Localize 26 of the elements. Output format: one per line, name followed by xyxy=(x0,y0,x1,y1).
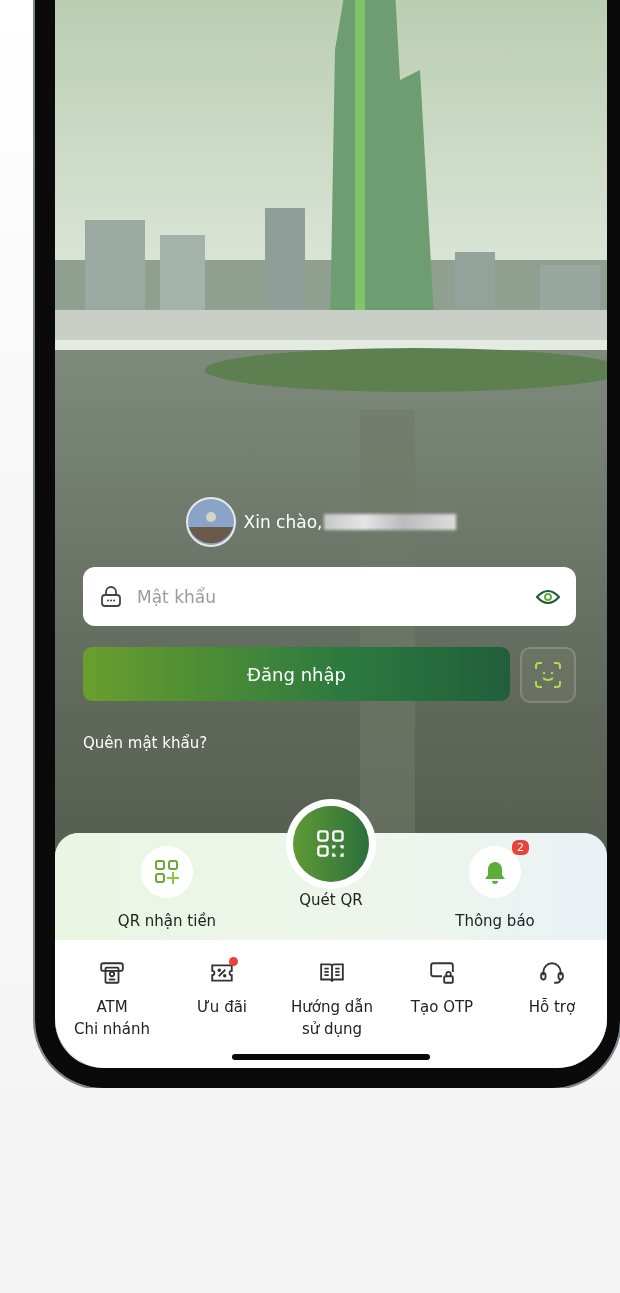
otp-lock-icon xyxy=(429,960,455,986)
password-field[interactable]: Mật khẩu xyxy=(83,567,576,626)
quick-action-label[interactable]: Quét QR xyxy=(299,891,363,909)
quick-action-label[interactable]: QR nhận tiền xyxy=(117,912,217,930)
password-input[interactable]: Mật khẩu xyxy=(135,585,524,608)
atm-icon xyxy=(99,960,125,986)
shortcut-label[interactable]: ATM Chi nhánh xyxy=(73,996,151,1040)
shortcut-label[interactable]: Hỗ trợ xyxy=(528,996,576,1018)
login-button[interactable]: Đăng nhập xyxy=(83,647,510,701)
bell-icon xyxy=(482,859,508,885)
greeting-text: Xin chào, xyxy=(243,512,323,532)
shortcut-label[interactable]: Tạo OTP xyxy=(410,996,474,1018)
shortcut-label[interactable]: Hướng dẫn sử dụng xyxy=(291,996,373,1040)
forgot-password-link[interactable]: Quên mật khẩu? xyxy=(83,734,208,752)
qr-scan-icon xyxy=(316,829,346,859)
quick-action-label[interactable]: Thông báo xyxy=(455,912,535,930)
qr-plus-icon xyxy=(154,859,180,885)
quick-action-button[interactable] xyxy=(141,846,193,898)
face-id-button[interactable] xyxy=(520,647,576,703)
shortcut-label[interactable]: Ưu đãi xyxy=(197,996,247,1018)
lock-icon xyxy=(99,584,123,609)
headset-icon xyxy=(539,960,565,986)
avatar xyxy=(185,497,236,547)
eye-icon[interactable] xyxy=(536,588,560,605)
notification-badge: 2 xyxy=(512,840,529,855)
face-id-icon xyxy=(535,662,561,688)
